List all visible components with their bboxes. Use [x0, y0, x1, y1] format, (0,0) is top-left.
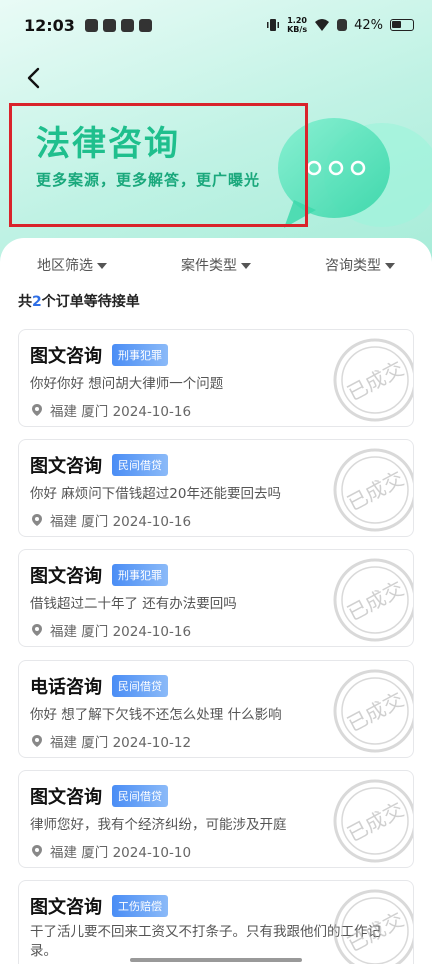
completed-stamp: 已成交: [333, 889, 413, 964]
mail-icon: [138, 18, 152, 32]
filter-label: 咨询类型: [325, 258, 381, 274]
order-title: 电话咨询: [30, 677, 102, 698]
completed-stamp: 已成交: [333, 779, 413, 863]
order-card[interactable]: 图文咨询 民间借贷 律师您好，我有个经济纠纷，可能涉及开庭 福建 厦门 2024…: [18, 770, 414, 868]
back-button[interactable]: [18, 62, 50, 94]
filter-consult-type[interactable]: 咨询类型: [288, 252, 432, 278]
completed-stamp: 已成交: [333, 448, 413, 532]
completed-stamp: 已成交: [333, 338, 413, 422]
wifi-icon: [315, 19, 330, 31]
home-indicator[interactable]: [130, 958, 302, 962]
location-pin-icon: [32, 845, 42, 857]
order-title: 图文咨询: [30, 787, 102, 808]
svg-text:已成交: 已成交: [343, 576, 407, 625]
filter-label: 案件类型: [181, 258, 237, 274]
svg-text:已成交: 已成交: [343, 466, 407, 515]
case-tag: 刑事犯罪: [112, 344, 168, 366]
case-tag: 民间借贷: [112, 785, 168, 807]
filter-case-type[interactable]: 案件类型: [144, 252, 288, 278]
svg-text:已成交: 已成交: [343, 356, 407, 405]
svg-text:已成交: 已成交: [343, 907, 407, 956]
banner-subtitle: 更多案源，更多解答，更广曝光: [36, 171, 261, 189]
battery-percent: 42%: [354, 17, 383, 33]
order-location: 福建 厦门 2024-10-16: [50, 404, 192, 420]
location-pin-icon: [32, 514, 42, 526]
filter-region[interactable]: 地区筛选: [0, 252, 144, 278]
case-tag: 工伤赔偿: [112, 895, 168, 917]
svg-text:已成交: 已成交: [343, 687, 407, 736]
case-tag: 民间借贷: [112, 454, 168, 476]
filter-bar: 地区筛选 案件类型 咨询类型: [0, 252, 432, 278]
notification-icon: [84, 18, 98, 32]
completed-stamp: 已成交: [333, 558, 413, 642]
completed-stamp: 已成交: [333, 669, 413, 753]
order-title: 图文咨询: [30, 566, 102, 587]
order-card[interactable]: 图文咨询 工伤赔偿 干了活儿要不回来工资又不打条子。只有我跟他们的工作记录。 已…: [18, 880, 414, 964]
order-location: 福建 厦门 2024-10-16: [50, 624, 192, 640]
status-time: 12:03: [24, 15, 75, 35]
banner-title: 法律咨询: [36, 124, 180, 164]
location-pin-icon: [32, 735, 42, 747]
location-pin-icon: [32, 404, 42, 416]
order-title: 图文咨询: [30, 897, 102, 918]
sim-icon: [337, 19, 348, 31]
order-card[interactable]: 图文咨询 刑事犯罪 你好你好 想问胡大律师一个问题 福建 厦门 2024-10-…: [18, 329, 414, 427]
case-tag: 民间借贷: [112, 675, 168, 697]
vibrate-icon: [267, 19, 280, 31]
order-card[interactable]: 电话咨询 民间借贷 你好 想了解下欠钱不还怎么处理 什么影响 福建 厦门 202…: [18, 660, 414, 758]
order-location: 福建 厦门 2024-10-16: [50, 514, 192, 530]
filter-label: 地区筛选: [37, 258, 93, 274]
caret-down-icon: [97, 263, 107, 269]
caret-down-icon: [385, 263, 395, 269]
app-icon: [102, 18, 116, 32]
net-speed: 1.20 KB/s: [287, 16, 308, 34]
order-count-number: 2: [32, 294, 42, 310]
case-tag: 刑事犯罪: [112, 564, 168, 586]
chevron-left-icon: [27, 67, 40, 89]
order-card[interactable]: 图文咨询 民间借贷 你好 麻烦问下借钱超过20年还能要回去吗 福建 厦门 202…: [18, 439, 414, 537]
tiktok-icon: [120, 18, 134, 32]
svg-text:已成交: 已成交: [343, 797, 407, 846]
order-location: 福建 厦门 2024-10-12: [50, 735, 192, 751]
order-title: 图文咨询: [30, 456, 102, 477]
order-count: 共2个订单等待接单: [18, 294, 140, 310]
battery-icon: [390, 19, 414, 31]
location-pin-icon: [32, 624, 42, 636]
status-bar: 12:03 1.20 KB/s 42%: [0, 0, 432, 50]
order-location: 福建 厦门 2024-10-10: [50, 845, 192, 861]
order-card[interactable]: 图文咨询 刑事犯罪 借钱超过二十年了 还有办法要回吗 福建 厦门 2024-10…: [18, 549, 414, 647]
caret-down-icon: [241, 263, 251, 269]
order-title: 图文咨询: [30, 346, 102, 367]
